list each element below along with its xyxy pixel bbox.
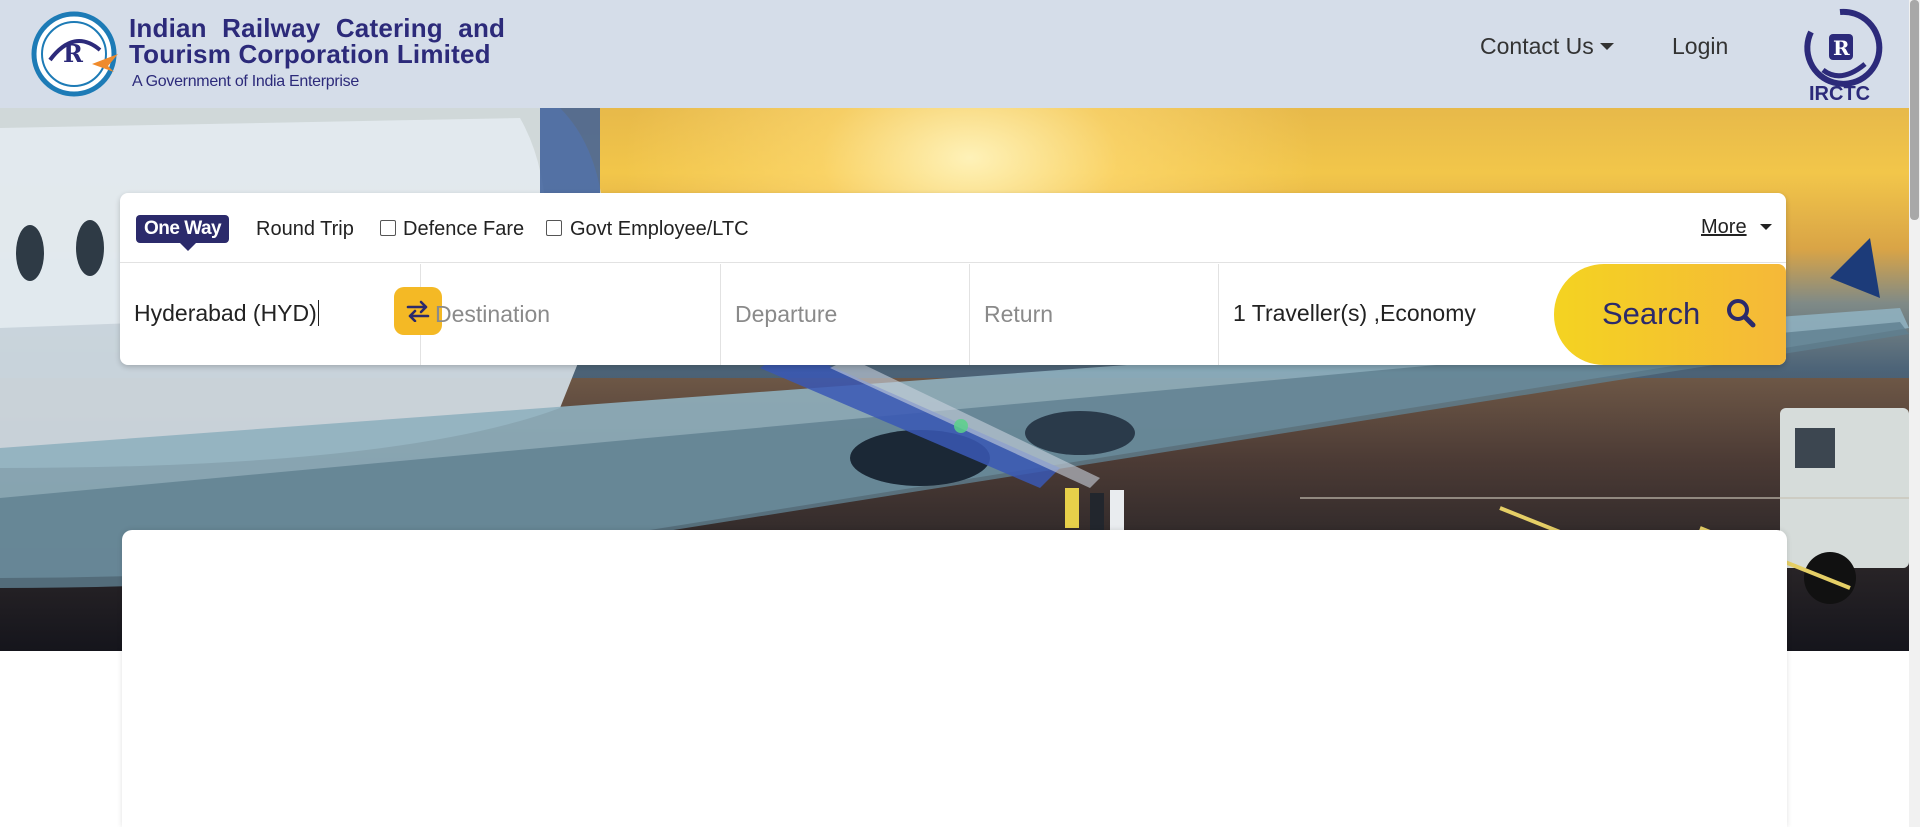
magnifier-icon xyxy=(1727,299,1756,328)
origin-input[interactable]: Hyderabad (HYD) xyxy=(134,300,320,327)
govt-employee-checkbox[interactable] xyxy=(546,220,562,236)
trip-type-row: One Way Round Trip Defence Fare Govt Emp… xyxy=(120,193,1786,263)
origin-value: Hyderabad (HYD) xyxy=(134,300,317,326)
brand-tagline: A Government of India Enterprise xyxy=(132,73,359,90)
defence-fare-label[interactable]: Defence Fare xyxy=(403,218,524,241)
top-header: R Indian Railway Catering and Tourism Co… xyxy=(0,0,1909,108)
irctc-logo-text: IRCTC xyxy=(1809,83,1870,104)
svg-text:R: R xyxy=(1833,36,1850,60)
departure-date-input[interactable] xyxy=(735,264,959,365)
chevron-down-icon[interactable] xyxy=(1760,224,1772,230)
irctc-emblem-logo[interactable]: R xyxy=(30,10,122,98)
svg-text:R: R xyxy=(63,39,84,68)
search-button[interactable]: Search xyxy=(1554,264,1786,365)
contact-us-label: Contact Us xyxy=(1480,33,1594,59)
travellers-class-value[interactable]: 1 Traveller(s) ,Economy xyxy=(1233,300,1476,327)
login-link[interactable]: Login xyxy=(1672,33,1728,60)
chevron-down-icon xyxy=(1599,43,1614,50)
search-button-label: Search xyxy=(1602,296,1701,331)
travellers-class-field[interactable]: 1 Traveller(s) ,Economy xyxy=(1219,264,1554,365)
text-cursor xyxy=(317,300,320,326)
page-scrollbar-thumb[interactable] xyxy=(1910,0,1919,220)
search-fields-row: Hyderabad (HYD) 1 Traveller(s) ,Economy … xyxy=(120,264,1786,365)
more-options-link[interactable]: More xyxy=(1701,216,1747,239)
origin-field[interactable]: Hyderabad (HYD) xyxy=(120,264,421,365)
results-content-panel xyxy=(122,530,1787,827)
one-way-tab[interactable]: One Way xyxy=(136,215,230,251)
irctc-logo-icon[interactable]: R IRCTC xyxy=(1795,4,1885,104)
destination-field[interactable] xyxy=(421,264,721,365)
round-trip-tab[interactable]: Round Trip xyxy=(256,218,354,241)
defence-fare-checkbox[interactable] xyxy=(380,220,396,236)
govt-employee-label[interactable]: Govt Employee/LTC xyxy=(570,218,749,241)
brand-name-line2: Tourism Corporation Limited xyxy=(129,39,491,69)
departure-field[interactable] xyxy=(721,264,970,365)
flight-search-widget: One Way Round Trip Defence Fare Govt Emp… xyxy=(120,193,1786,365)
destination-input[interactable] xyxy=(435,264,705,365)
return-field[interactable] xyxy=(970,264,1219,365)
return-date-input[interactable] xyxy=(984,264,1208,365)
contact-us-dropdown[interactable]: Contact Us xyxy=(1480,33,1614,60)
